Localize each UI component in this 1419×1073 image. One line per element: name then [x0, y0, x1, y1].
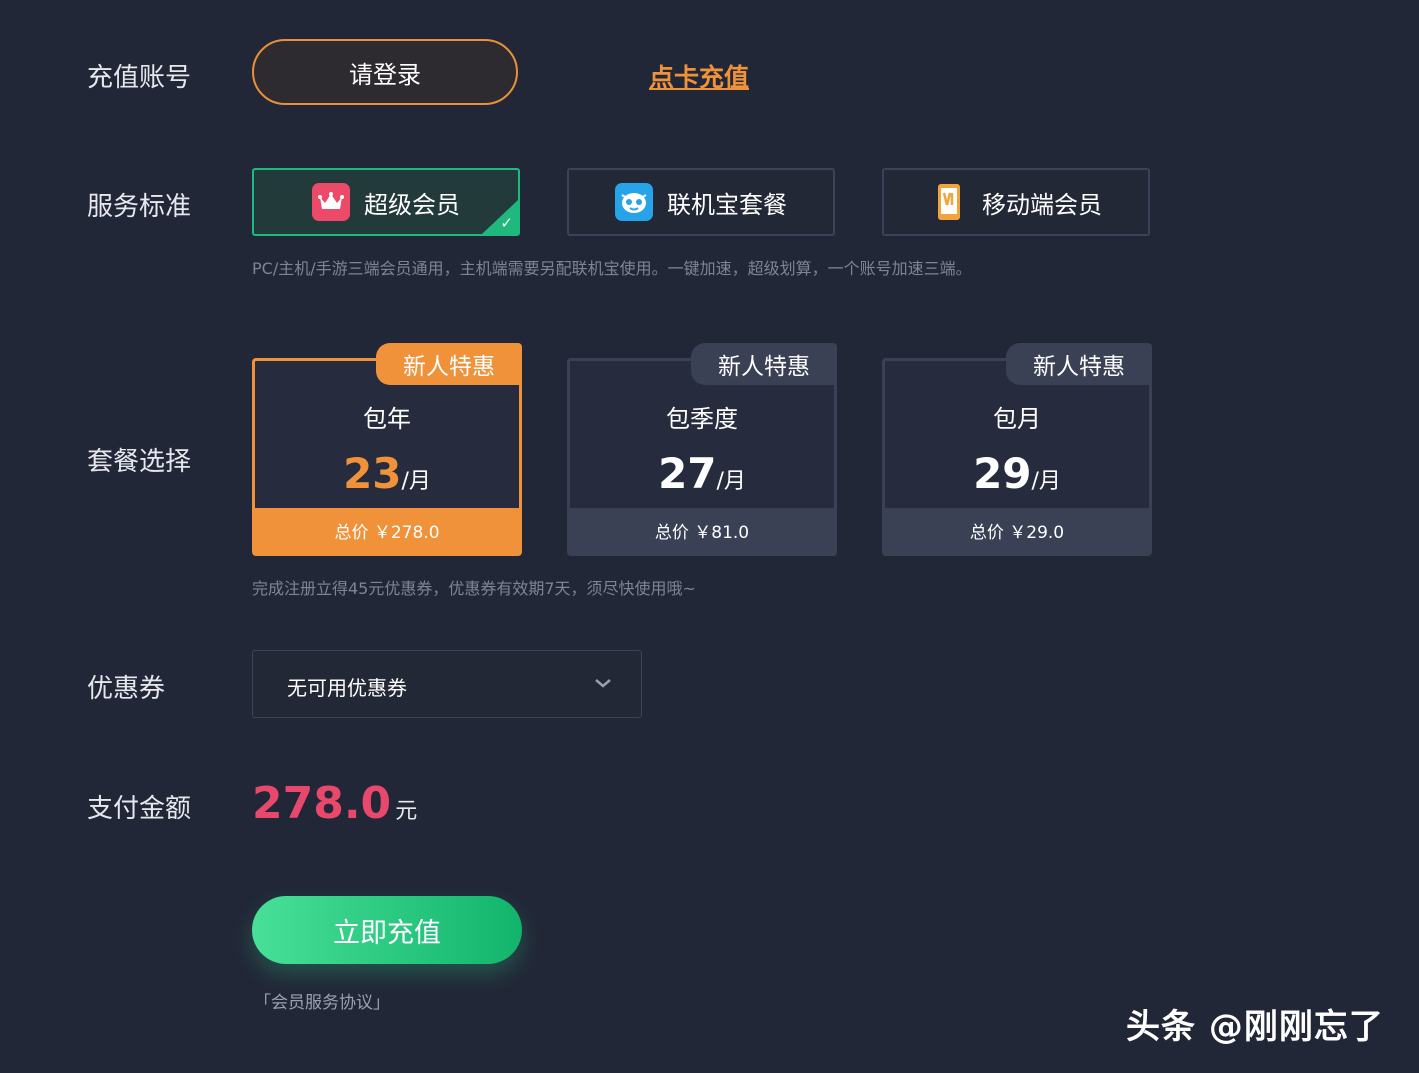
plan-total: 总价 ￥81.0: [570, 508, 834, 553]
plan-tag: 新人特惠: [376, 343, 522, 385]
plan-price-unit: /月: [401, 469, 431, 494]
coupon-select[interactable]: 无可用优惠券: [252, 650, 642, 718]
plan-price-unit: /月: [716, 469, 746, 494]
plan-tag: 新人特惠: [1006, 343, 1152, 385]
amount-unit: 元: [395, 799, 418, 824]
plan-price: 27/月: [570, 449, 834, 498]
amount-value: 278.0: [252, 778, 392, 829]
login-button[interactable]: 请登录: [252, 39, 518, 105]
account-label: 充值账号: [87, 63, 192, 93]
service-description: PC/主机/手游三端会员通用，主机端需要另配联机宝使用。一键加速，超级划算，一个…: [252, 259, 972, 278]
plan-total: 总价 ￥278.0: [255, 508, 519, 553]
service-agreement-link[interactable]: 「会员服务协议」: [254, 988, 390, 1013]
plan-name: 包月: [993, 405, 1041, 433]
plan-price-value: 23: [343, 449, 402, 498]
service-tab-lianjibao[interactable]: 联机宝套餐: [567, 168, 835, 236]
service-tab-super-vip[interactable]: 超级会员 ✓: [252, 168, 520, 236]
plan-name: 包年: [363, 405, 411, 433]
plan-price-value: 29: [973, 449, 1032, 498]
plan-label: 套餐选择: [87, 447, 192, 477]
coupon-label: 优惠券: [87, 674, 166, 704]
service-tab-label: 超级会员: [364, 190, 460, 219]
watermark: 头条 @刚刚忘了: [1126, 1007, 1384, 1047]
plan-price-value: 27: [658, 449, 717, 498]
checkmark-icon: ✓: [500, 214, 513, 232]
plan-name: 包季度: [666, 405, 738, 433]
phone-icon: [930, 183, 968, 221]
plan-total: 总价 ￥29.0: [885, 508, 1149, 553]
card-recharge-link[interactable]: 点卡充值: [649, 58, 749, 94]
plan-price: 29/月: [885, 449, 1149, 498]
service-tab-label: 联机宝套餐: [667, 190, 787, 219]
plan-card-monthly[interactable]: 新人特惠 包月 29/月 总价 ￥29.0: [882, 343, 1152, 556]
plan-tag: 新人特惠: [691, 343, 837, 385]
recharge-now-button[interactable]: 立即充值: [252, 896, 522, 964]
chevron-down-icon: [593, 673, 613, 697]
plan-description: 完成注册立得45元优惠券，优惠券有效期7天，须尽快使用哦~: [252, 579, 696, 598]
plan-price: 23/月: [255, 449, 519, 498]
coupon-value: 无可用优惠券: [287, 676, 407, 700]
crown-icon: [312, 183, 350, 221]
amount-label: 支付金额: [87, 794, 192, 824]
mascot-icon: [615, 183, 653, 221]
payment-amount: 278.0 元: [252, 778, 417, 829]
plan-card-yearly[interactable]: 新人特惠 包年 23/月 总价 ￥278.0: [252, 343, 522, 556]
service-label: 服务标准: [87, 192, 192, 222]
plan-price-unit: /月: [1031, 469, 1061, 494]
recharge-now-label: 立即充值: [333, 917, 441, 949]
plan-card-quarterly[interactable]: 新人特惠 包季度 27/月 总价 ￥81.0: [567, 343, 837, 556]
login-button-label: 请登录: [349, 60, 421, 89]
service-tab-mobile[interactable]: 移动端会员: [882, 168, 1150, 236]
service-tab-label: 移动端会员: [982, 190, 1102, 219]
